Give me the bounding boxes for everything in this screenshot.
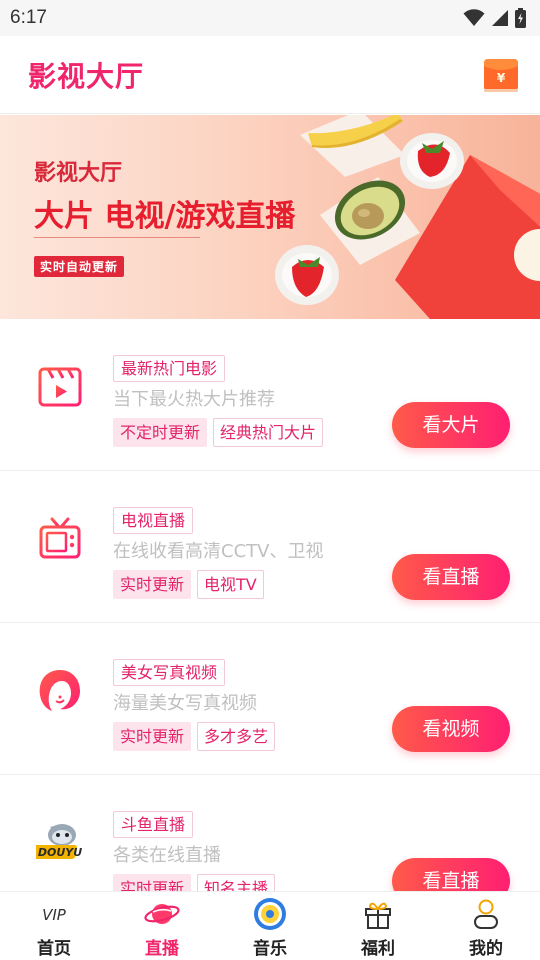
film-clapper-icon [36,363,84,411]
item-title: 斗鱼直播 [113,811,194,838]
woman-face-icon [36,667,84,715]
item-tag: 不定时更新 [113,418,208,447]
item-tag: 实时更新 [113,570,192,599]
channel-list: 最新热门电影 当下最火热大片推荐 不定时更新 经典热门大片 看大片 电视直播 在… [0,319,540,891]
watch-live-tv-button[interactable]: 看直播 [392,554,510,600]
item-tag: 电视TV [197,570,264,599]
nav-label: 我的 [469,939,503,959]
red-envelope-icon[interactable]: ¥ [482,56,520,94]
nav-music[interactable]: 音乐 [216,892,324,960]
item-tag: 经典热门大片 [213,418,324,447]
app-header: 影视大厅 ¥ [0,36,540,114]
list-item-movies[interactable]: 最新热门电影 当下最火热大片推荐 不定时更新 经典热门大片 看大片 [0,319,540,471]
watch-movies-button[interactable]: 看大片 [392,402,510,448]
item-tag: 实时更新 [113,874,192,891]
screen: 6:17 影视大厅 ¥ 影视大厅 大片 电视/游戏直播 实时自动更新 最新热门电… [0,0,540,960]
item-tags: 实时更新 知名主播 [113,874,276,891]
banner-brand: 影视大厅 [34,161,123,186]
nav-label: 福利 [361,939,395,959]
item-tag: 多才多艺 [197,722,276,751]
nav-live[interactable]: 直播 [108,892,216,960]
music-disc-icon [252,898,288,930]
item-subtitle: 各类在线直播 [113,845,221,866]
banner-divider [34,237,200,238]
tv-icon [36,515,84,563]
item-subtitle: 海量美女写真视频 [113,693,257,714]
list-item-photos[interactable]: 美女写真视频 海量美女写真视频 实时更新 多才多艺 看视频 [0,623,540,775]
item-title: 最新热门电影 [113,355,226,382]
vip-icon-text: VIP [42,906,67,924]
item-tag: 实时更新 [113,722,192,751]
item-tags: 实时更新 多才多艺 [113,722,276,751]
nav-label: 首页 [37,939,71,959]
yuan-symbol: ¥ [497,71,506,85]
item-tags: 实时更新 电视TV [113,570,264,599]
item-title: 电视直播 [113,507,194,534]
status-icons [463,8,526,28]
battery-icon [515,8,526,28]
signal-icon [492,10,508,26]
nav-welfare[interactable]: 福利 [324,892,432,960]
bottom-nav: VIP 首页 直播 音乐 福利 我的 [0,891,540,960]
banner-badge: 实时自动更新 [34,256,125,277]
item-tag: 知名主播 [197,874,276,891]
item-subtitle: 当下最火热大片推荐 [113,389,275,410]
user-icon [468,898,504,930]
status-time: 6:17 [10,7,47,28]
vip-icon: VIP [36,898,72,930]
page-title: 影视大厅 [28,59,145,93]
douyu-logo-text: DOUYU [38,846,82,859]
nav-label: 直播 [145,939,179,959]
list-item-douyu[interactable]: DOUYU 斗鱼直播 各类在线直播 实时更新 知名主播 看直播 [0,775,540,891]
wifi-icon [463,9,485,26]
nav-mine[interactable]: 我的 [432,892,540,960]
watch-douyu-button[interactable]: 看直播 [392,858,510,891]
planet-icon [144,898,180,930]
douyu-logo-icon: DOUYU [31,819,84,867]
nav-home[interactable]: VIP 首页 [0,892,108,960]
item-tags: 不定时更新 经典热门大片 [113,418,324,447]
promo-banner[interactable]: 影视大厅 大片 电视/游戏直播 实时自动更新 [0,115,540,319]
banner-headline: 大片 电视/游戏直播 [34,199,296,234]
watch-videos-button[interactable]: 看视频 [392,706,510,752]
status-bar: 6:17 [0,0,540,36]
nav-label: 音乐 [253,939,287,959]
item-title: 美女写真视频 [113,659,226,686]
item-subtitle: 在线收看高清CCTV、卫视 [113,541,324,562]
list-item-tv[interactable]: 电视直播 在线收看高清CCTV、卫视 实时更新 电视TV 看直播 [0,471,540,623]
gift-icon [360,898,396,930]
